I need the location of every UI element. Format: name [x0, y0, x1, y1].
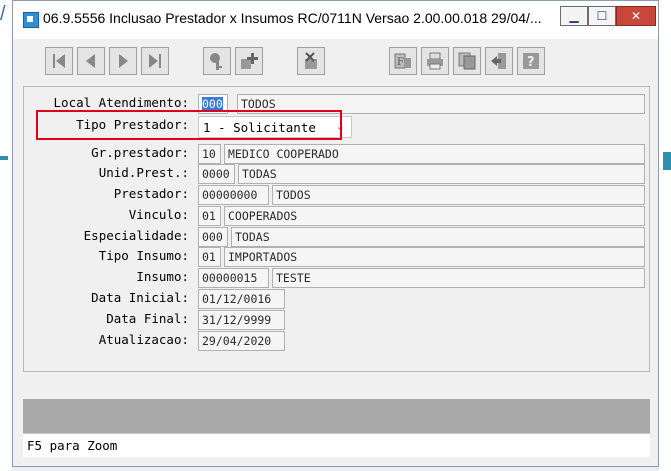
vinculo-description: COOPERADOS — [224, 206, 645, 226]
label-prestador: Prestador: — [113, 186, 189, 201]
label-unid-prest: Unid.Prest.: — [98, 165, 189, 180]
search-button[interactable] — [203, 47, 231, 75]
data-final-input[interactable]: 31/12/9999 — [198, 310, 285, 330]
background-accent — [0, 156, 8, 160]
last-record-button[interactable] — [141, 47, 169, 75]
label-tipo-insumo: Tipo Insumo: — [98, 248, 189, 263]
prestador-description: TODOS — [272, 185, 645, 205]
first-record-button[interactable] — [45, 47, 73, 75]
tipo-insumo-code-input[interactable]: 01 — [198, 247, 221, 267]
status-bar: F5 para Zoom — [23, 433, 650, 457]
svg-text:F: F — [397, 57, 404, 68]
unid-prest-code-input[interactable]: 0000 — [198, 164, 235, 184]
first-icon — [53, 54, 65, 68]
insumo-description: TESTE — [272, 268, 645, 288]
help-icon: ? — [523, 53, 539, 70]
last-icon — [149, 54, 161, 68]
filter-button[interactable]: F — [389, 47, 417, 75]
label-tipo-prestador: Tipo Prestador: — [76, 117, 189, 132]
exit-button[interactable] — [485, 47, 513, 75]
title-bar[interactable]: 06.9.5556 Inclusao Prestador x Insumos R… — [13, 1, 658, 39]
maximize-button[interactable]: ☐ — [588, 6, 616, 26]
print-icon — [427, 52, 443, 70]
background-accent-right — [663, 152, 671, 170]
previous-record-button[interactable] — [77, 47, 105, 75]
add-button[interactable] — [235, 47, 263, 75]
form-panel: Local Atendimento: 000 TODOS Tipo Presta… — [23, 86, 650, 372]
especialidade-code-input[interactable]: 000 — [198, 227, 228, 247]
local-atendimento-description: TODOS — [237, 94, 645, 114]
next-record-button[interactable] — [109, 47, 137, 75]
background-app-left: / — [0, 0, 12, 471]
unid-prest-description: TODAS — [238, 164, 645, 184]
label-especialidade: Especialidade: — [83, 228, 189, 243]
label-gr-prestador: Gr.prestador: — [91, 145, 189, 160]
next-icon — [119, 54, 128, 68]
data-inicial-input[interactable]: 01/12/0016 — [198, 289, 285, 309]
gr-prestador-description: MEDICO COOPERADO — [224, 144, 645, 164]
atualizacao-input: 29/04/2020 — [198, 331, 285, 351]
background-slash: / — [0, 3, 6, 25]
close-button[interactable]: ✕ — [616, 6, 656, 26]
delete-icon — [305, 52, 317, 69]
main-window: 06.9.5556 Inclusao Prestador x Insumos R… — [12, 0, 659, 467]
minimize-button[interactable]: ▁ — [560, 6, 588, 26]
tipo-prestador-value: 1 - Solicitante — [203, 120, 316, 135]
exit-icon — [491, 53, 506, 69]
especialidade-description: TODAS — [231, 227, 645, 247]
label-data-final: Data Final: — [106, 311, 189, 326]
label-insumo: Insumo: — [136, 269, 189, 284]
label-atualizacao: Atualizacao: — [98, 332, 189, 347]
tipo-prestador-select[interactable]: 1 - Solicitante ⌄ — [198, 116, 352, 138]
message-bar — [23, 399, 650, 433]
svg-text:?: ? — [527, 55, 535, 70]
vinculo-code-input[interactable]: 01 — [198, 206, 221, 226]
prev-icon — [86, 54, 95, 68]
background-app-right — [659, 0, 671, 471]
gr-prestador-code-input[interactable]: 10 — [198, 144, 221, 164]
local-atendimento-code-value: 000 — [202, 97, 223, 111]
help-button[interactable]: ? — [517, 47, 545, 75]
label-local-atendimento: Local Atendimento: — [53, 95, 189, 110]
window-title: 06.9.5556 Inclusao Prestador x Insumos R… — [43, 10, 542, 26]
tipo-insumo-description: IMPORTADOS — [224, 247, 645, 267]
local-atendimento-code-input[interactable]: 000 — [198, 94, 228, 114]
copy-button[interactable] — [453, 47, 481, 75]
prestador-code-input[interactable]: 00000000 — [198, 185, 269, 205]
delete-button[interactable] — [297, 47, 325, 75]
key-search-icon — [210, 53, 222, 70]
print-button[interactable] — [421, 47, 449, 75]
label-vinculo: Vinculo: — [128, 207, 189, 222]
chevron-down-icon: ⌄ — [335, 120, 345, 133]
copy-icon — [458, 52, 476, 70]
insumo-code-input[interactable]: 00000015 — [198, 268, 269, 288]
app-icon — [23, 12, 39, 28]
label-data-inicial: Data Inicial: — [91, 290, 189, 305]
filter-icon: F — [394, 53, 411, 69]
add-icon — [241, 53, 258, 69]
toolbar: F ? — [21, 39, 650, 85]
